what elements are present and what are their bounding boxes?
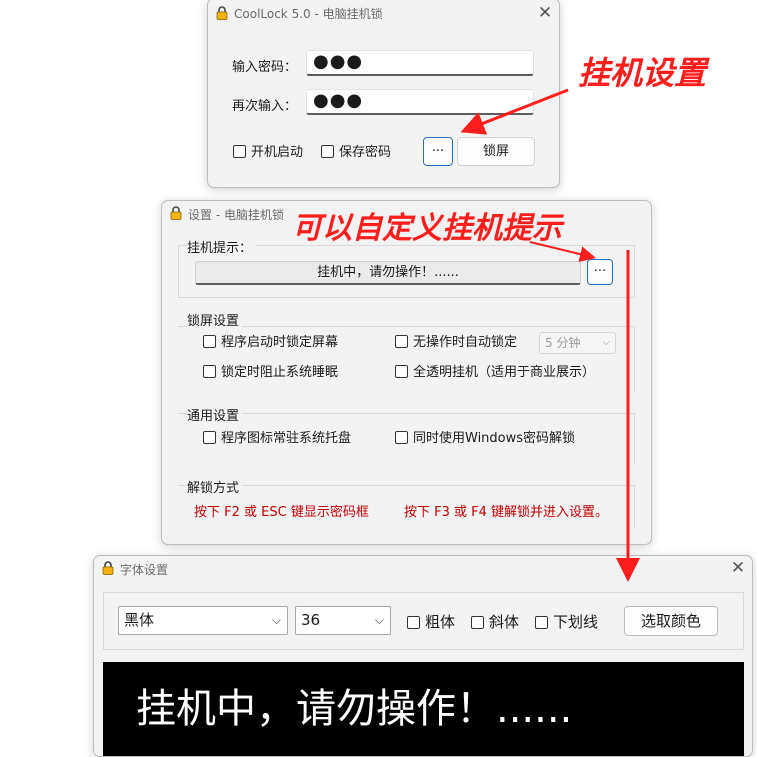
annotation-custom-hint: 可以自定义挂机提示 xyxy=(292,211,562,246)
password-label: 输入密码： xyxy=(232,60,298,75)
padlock-icon xyxy=(215,6,229,20)
checkbox-box xyxy=(471,616,484,629)
lock-button[interactable]: 锁屏 xyxy=(457,137,535,166)
hint-group-label: 挂机提示： xyxy=(187,237,256,256)
window-title: 设置 - 电脑挂机锁 xyxy=(188,208,284,222)
checkbox-box xyxy=(321,145,334,158)
save-password-label: 保存密码 xyxy=(339,145,392,160)
bold-label: 粗体 xyxy=(425,613,456,631)
transparent-lock-label: 全透明挂机（适用于商业展示） xyxy=(413,365,596,380)
underline-label: 下划线 xyxy=(553,613,599,631)
checkbox-box xyxy=(203,431,216,444)
lock-on-start-label: 程序启动时锁定屏幕 xyxy=(221,335,339,350)
font-family-select[interactable]: 黑体 ⌵ xyxy=(118,606,288,635)
idle-time-select[interactable]: 5 分钟 ⌵ xyxy=(539,332,616,354)
font-size-select[interactable]: 36 ⌵ xyxy=(295,606,391,635)
title-bar[interactable]: CoolLock 5.0 - 电脑挂机锁 ✕ xyxy=(208,0,559,25)
prevent-sleep-checkbox[interactable]: 锁定时阻止系统睡眠 xyxy=(203,365,338,381)
main-lock-window: CoolLock 5.0 - 电脑挂机锁 ✕ 输入密码： ●●● 再次输入： ●… xyxy=(207,0,560,188)
italic-label: 斜体 xyxy=(489,613,520,631)
autostart-label: 开机启动 xyxy=(251,145,304,160)
windows-password-label: 同时使用Windows密码解锁 xyxy=(413,431,576,446)
checkbox-box xyxy=(407,616,420,629)
close-icon[interactable]: ✕ xyxy=(537,5,553,22)
tray-icon-checkbox[interactable]: 程序图标常驻系统托盘 xyxy=(203,431,351,447)
autostart-checkbox[interactable]: 开机启动 xyxy=(233,145,303,161)
bold-checkbox[interactable]: 粗体 xyxy=(407,614,455,630)
auto-lock-idle-label: 无操作时自动锁定 xyxy=(413,335,518,350)
checkbox-box xyxy=(535,616,548,629)
confirm-password-input[interactable]: ●●● xyxy=(306,89,534,115)
prevent-sleep-label: 锁定时阻止系统睡眠 xyxy=(221,365,339,380)
chevron-down-icon: ⌵ xyxy=(271,613,281,627)
settings-window: 设置 - 电脑挂机锁 挂机提示： 挂机中，请勿操作！...... ··· 锁屏设… xyxy=(161,200,652,545)
checkbox-box xyxy=(203,365,216,378)
chevron-down-icon: ⌵ xyxy=(374,613,384,627)
italic-checkbox[interactable]: 斜体 xyxy=(471,614,519,630)
unlock-hint-f2-esc: 按下 F2 或 ESC 键显示密码框 xyxy=(194,505,369,520)
checkbox-box xyxy=(395,431,408,444)
title-bar[interactable]: 字体设置 ✕ xyxy=(94,556,752,582)
transparent-lock-checkbox[interactable]: 全透明挂机（适用于商业展示） xyxy=(395,365,595,381)
checkbox-box xyxy=(395,335,408,348)
auto-lock-idle-checkbox[interactable]: 无操作时自动锁定 xyxy=(395,335,517,351)
window-title: CoolLock 5.0 - 电脑挂机锁 xyxy=(234,7,383,21)
underline-checkbox[interactable]: 下划线 xyxy=(535,614,598,630)
font-settings-window: 字体设置 ✕ 黑体 ⌵ 36 ⌵ 粗体 斜体 下划线 选取颜色 挂机中，请勿操作！.… xyxy=(93,555,753,757)
font-size-value: 36 xyxy=(301,611,321,629)
chevron-down-icon: ⌵ xyxy=(602,337,610,348)
tray-icon-label: 程序图标常驻系统托盘 xyxy=(221,431,352,446)
save-password-checkbox[interactable]: 保存密码 xyxy=(321,145,391,161)
window-title: 字体设置 xyxy=(120,563,169,577)
preview-text: 挂机中，请勿操作！...... xyxy=(136,686,573,732)
confirm-password-label: 再次输入： xyxy=(232,99,298,114)
checkbox-box xyxy=(203,335,216,348)
hint-edit-button[interactable]: ··· xyxy=(587,259,613,285)
padlock-icon xyxy=(169,206,183,220)
unlock-method-label: 解锁方式 xyxy=(187,477,243,496)
lock-settings-label: 锁屏设置 xyxy=(187,310,243,329)
lock-on-start-checkbox[interactable]: 程序启动时锁定屏幕 xyxy=(203,335,338,351)
checkbox-box xyxy=(233,145,246,158)
font-family-value: 黑体 xyxy=(124,611,155,629)
close-icon[interactable]: ✕ xyxy=(730,560,746,577)
annotation-lock-settings: 挂机设置 xyxy=(578,54,707,92)
password-input[interactable]: ●●● xyxy=(306,50,534,76)
font-preview: 挂机中，请勿操作！...... xyxy=(103,662,744,756)
hint-text-field[interactable]: 挂机中，请勿操作！...... xyxy=(195,261,581,285)
idle-time-value: 5 分钟 xyxy=(545,336,581,350)
pick-color-button[interactable]: 选取颜色 xyxy=(624,606,718,636)
checkbox-box xyxy=(395,365,408,378)
padlock-icon xyxy=(101,561,115,575)
settings-button[interactable]: ··· xyxy=(423,137,453,166)
unlock-hint-f3-f4: 按下 F3 或 F4 键解锁并进入设置。 xyxy=(404,505,609,520)
general-settings-label: 通用设置 xyxy=(187,405,243,424)
windows-password-checkbox[interactable]: 同时使用Windows密码解锁 xyxy=(395,431,575,447)
